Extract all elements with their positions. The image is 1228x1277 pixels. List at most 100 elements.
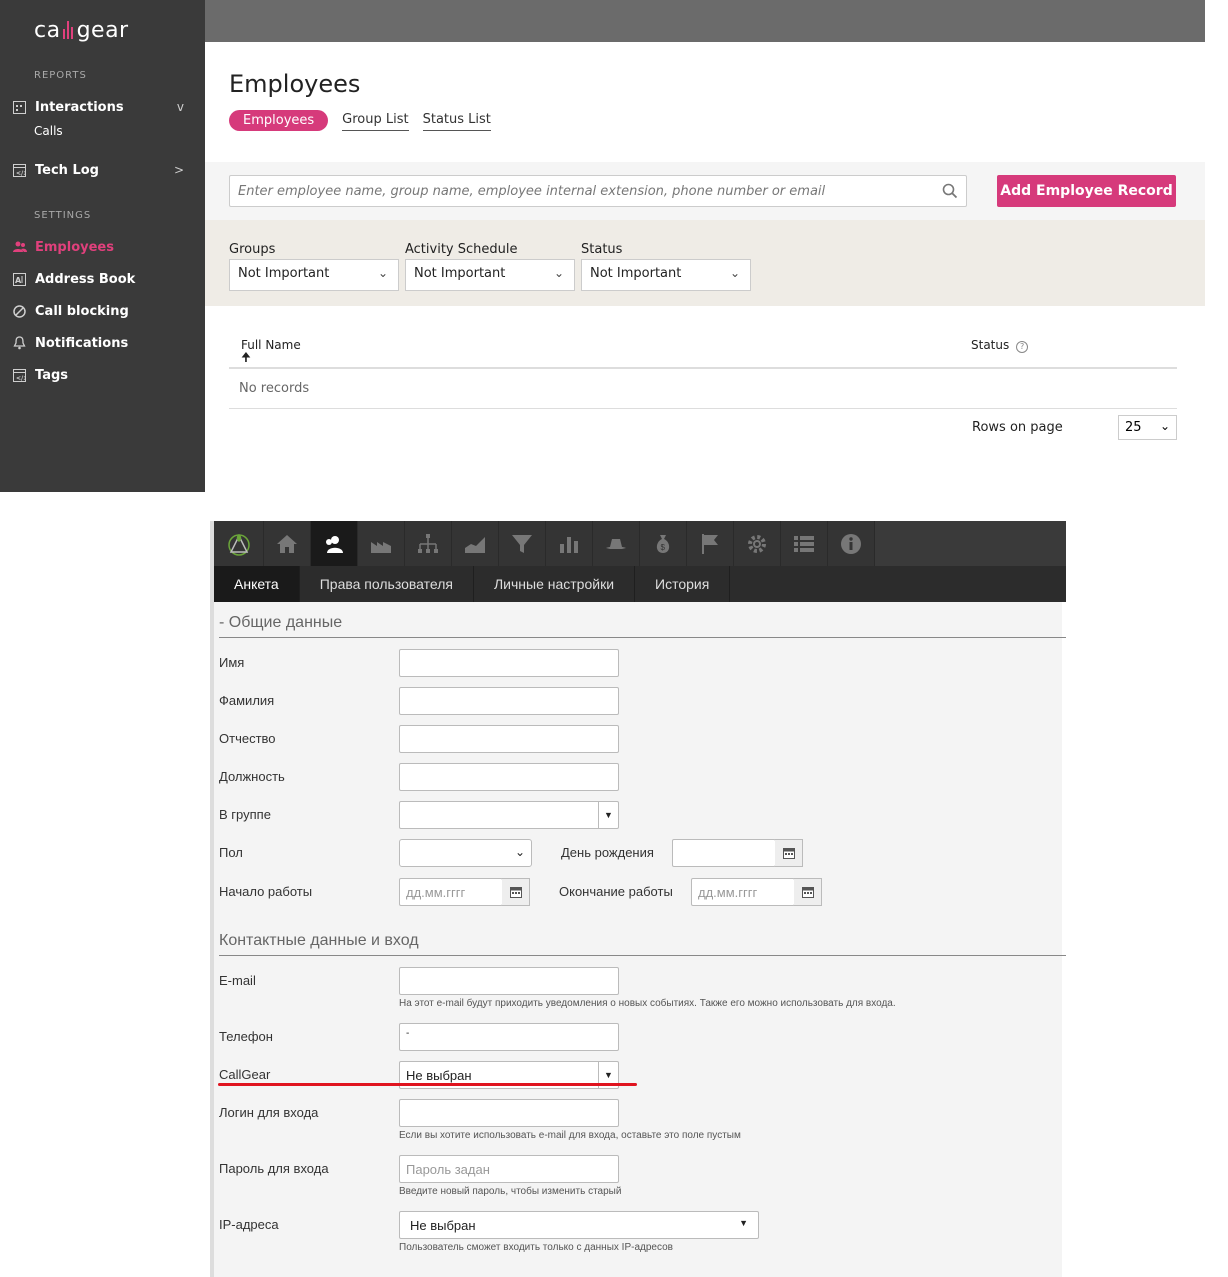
code-window-icon: </> <box>12 163 27 178</box>
tab-personal-settings[interactable]: Личные настройки <box>474 566 636 602</box>
icon-bar-filler <box>875 521 1066 566</box>
spy-hat-icon[interactable] <box>593 521 640 566</box>
chevron-down-icon: ⌄ <box>553 266 564 280</box>
phone-label: Телефон <box>219 1029 273 1044</box>
chevron-right-icon[interactable]: > <box>174 163 184 177</box>
email-label: E-mail <box>219 973 256 988</box>
work-end-field[interactable] <box>691 878 795 906</box>
dropdown-arrow-icon: ▼ <box>739 1218 748 1228</box>
block-icon <box>12 304 27 319</box>
sidebar-item-employees[interactable]: Employees <box>12 236 192 258</box>
phone-field[interactable]: - <box>399 1023 619 1051</box>
section-divider <box>219 637 1066 638</box>
gear-icon[interactable] <box>734 521 781 566</box>
birthday-field[interactable] <box>672 839 776 867</box>
patronymic-field[interactable] <box>399 725 619 753</box>
sidebar-item-address-book[interactable]: A Address Book <box>12 268 192 290</box>
password-label: Пароль для входа <box>219 1161 329 1176</box>
column-full-name[interactable]: Full Name 🠉 <box>241 338 301 363</box>
ip-label: IP-адреса <box>219 1217 279 1232</box>
sidebar-item-calls[interactable]: Calls <box>34 124 63 138</box>
gender-select[interactable]: ⌄ <box>399 839 532 867</box>
calendar-icon <box>12 100 27 115</box>
svg-text:$: $ <box>661 543 666 552</box>
tab-history[interactable]: История <box>635 566 731 602</box>
sidebar-item-techlog[interactable]: </> Tech Log > <box>12 159 192 181</box>
tab-user-rights[interactable]: Права пользователя <box>300 566 474 602</box>
filter-status: Status Not Important ⌄ <box>581 242 751 291</box>
org-chart-icon[interactable] <box>405 521 452 566</box>
group-label: В группе <box>219 807 271 822</box>
home-icon[interactable] <box>264 521 311 566</box>
rows-on-page-select[interactable]: 25 ⌄ <box>1118 415 1177 440</box>
highlight-underline <box>218 1083 637 1086</box>
filter-groups: Groups Not Important ⌄ <box>229 242 399 291</box>
bar-chart-icon[interactable] <box>546 521 593 566</box>
password-help: Введите новый пароль, чтобы изменить ста… <box>399 1186 622 1197</box>
sidebar-item-tags[interactable]: </> Tags <box>12 364 192 386</box>
crm-logo-icon[interactable] <box>214 521 264 566</box>
tab-group-list[interactable]: Group List <box>342 109 409 131</box>
surname-field[interactable] <box>399 687 619 715</box>
address-book-icon: A <box>12 272 27 287</box>
search-input[interactable] <box>230 176 930 206</box>
search-bar: Add Employee Record <box>205 162 1205 220</box>
sidebar-item-notifications[interactable]: Notifications <box>12 332 192 354</box>
callgear-screenshot: ca gear REPORTS Interactions v Calls </> … <box>0 0 1205 492</box>
users-icon[interactable] <box>311 521 358 566</box>
filter-activity-label: Activity Schedule <box>405 242 518 257</box>
password-field[interactable] <box>399 1155 619 1183</box>
chevron-down-icon: ⌄ <box>514 845 525 859</box>
rows-on-page-label: Rows on page <box>972 420 1063 435</box>
name-field[interactable] <box>399 649 619 677</box>
crm-icon-bar: $ <box>214 521 1066 566</box>
tab-profile[interactable]: Анкета <box>214 566 300 602</box>
patronymic-label: Отчество <box>219 731 276 746</box>
svg-text:</>: </> <box>16 375 26 382</box>
email-field[interactable] <box>399 967 619 995</box>
crm-screenshot: $ Анкета Права пользователя Личные настр… <box>210 521 1066 1277</box>
callgear-logo[interactable]: ca gear <box>34 18 129 43</box>
help-icon[interactable]: ? <box>1016 341 1029 353</box>
filter-groups-label: Groups <box>229 242 276 257</box>
settings-section-label: SETTINGS <box>34 210 92 221</box>
search-icon[interactable] <box>942 183 958 199</box>
filter-activity-select[interactable]: Not Important ⌄ <box>405 259 575 291</box>
add-employee-button[interactable]: Add Employee Record <box>997 175 1176 207</box>
users-icon <box>12 240 27 255</box>
sidebar: ca gear REPORTS Interactions v Calls </> … <box>0 0 205 492</box>
calendar-icon[interactable] <box>775 839 803 867</box>
chevron-down-icon: ⌄ <box>377 266 388 280</box>
section-general-title: - Общие данные <box>219 614 343 631</box>
sidebar-item-interactions[interactable]: Interactions v <box>12 96 192 118</box>
flag-icon[interactable] <box>687 521 734 566</box>
chevron-down-icon[interactable]: v <box>177 100 184 114</box>
position-field[interactable] <box>399 763 619 791</box>
sort-arrow-up-icon[interactable]: 🠉 <box>241 351 301 363</box>
area-chart-icon[interactable] <box>452 521 499 566</box>
crm-tabs: Анкета Права пользователя Личные настрой… <box>214 566 1066 602</box>
tab-employees[interactable]: Employees <box>229 109 329 131</box>
factory-icon[interactable] <box>358 521 405 566</box>
list-icon[interactable] <box>781 521 828 566</box>
money-bag-icon[interactable]: $ <box>640 521 687 566</box>
row-divider <box>229 408 1177 409</box>
section-contacts-title: Контактные данные и вход <box>219 932 419 949</box>
section-divider <box>219 955 1066 956</box>
info-icon[interactable] <box>828 521 875 566</box>
calendar-icon[interactable] <box>502 878 530 906</box>
tab-status-list[interactable]: Status List <box>422 109 491 131</box>
column-status[interactable]: Status ? <box>971 338 1029 353</box>
filter-icon[interactable] <box>499 521 546 566</box>
ip-select[interactable]: Не выбран ▼ <box>399 1211 759 1239</box>
calendar-icon[interactable] <box>794 878 822 906</box>
filter-status-select[interactable]: Not Important ⌄ <box>581 259 751 291</box>
callgear-label: CallGear <box>219 1067 271 1082</box>
group-select[interactable]: ▼ <box>399 801 619 829</box>
header-divider <box>229 367 1177 369</box>
filter-groups-select[interactable]: Not Important ⌄ <box>229 259 399 291</box>
sidebar-item-call-blocking[interactable]: Call blocking <box>12 300 192 322</box>
work-start-field[interactable] <box>399 878 503 906</box>
work-start-label: Начало работы <box>219 884 313 899</box>
login-field[interactable] <box>399 1099 619 1127</box>
